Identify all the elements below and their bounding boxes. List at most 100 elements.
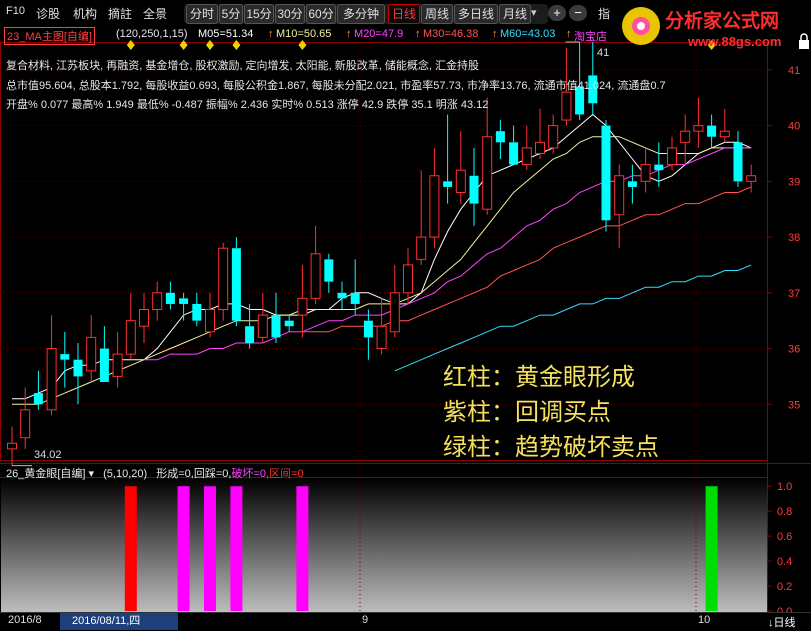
ma-legend: 23_MA主图[自编] (120,250,1,15) M05=51.34 ↑ M…: [0, 27, 811, 45]
candle-body: [640, 164, 651, 182]
pullback-signal-bar: [296, 486, 309, 611]
diagnosis-button[interactable]: 诊股: [36, 5, 60, 22]
up-candle: [429, 147, 440, 249]
candle-body: [271, 315, 281, 338]
candle-body: [20, 409, 31, 439]
zoom-in-button[interactable]: +: [548, 5, 566, 21]
institution-button[interactable]: 机构: [73, 5, 97, 22]
zoom-out-button[interactable]: −: [569, 5, 587, 21]
price-tick-label: 36: [788, 344, 800, 356]
chart-canvas[interactable]: 35363738394041 0.00.20.40.60.81.0 41 34.…: [0, 0, 811, 630]
indicator-button[interactable]: 指: [598, 5, 610, 22]
price-tick-label: 41: [788, 65, 800, 77]
month-label: 2016/8: [8, 614, 42, 626]
down-candle: [733, 131, 743, 187]
ma05-value: M05=51.34: [198, 28, 254, 40]
down-candle: [363, 309, 373, 360]
sub-indicator-selector[interactable]: 26_黄金眼[自编]: [6, 468, 85, 480]
candle-body: [443, 181, 453, 187]
candle-body: [337, 292, 347, 299]
candle-body: [284, 320, 294, 327]
period-timeshare[interactable]: 分时: [186, 4, 218, 24]
candle-body: [680, 130, 691, 143]
panorama-button[interactable]: 全景: [143, 5, 167, 22]
candle-body: [482, 136, 493, 210]
candle-body: [403, 264, 413, 294]
pullback-value: 回踩=0,: [193, 468, 232, 480]
candle-body: [693, 125, 704, 132]
candle-body: [179, 298, 189, 304]
moving-average-lines: [12, 113, 752, 405]
candle-body: [310, 253, 321, 299]
period-30min[interactable]: 30分: [275, 4, 305, 24]
period-monthly[interactable]: 月线: [499, 4, 531, 24]
period-daily[interactable]: 日线: [388, 4, 420, 24]
candle-body: [389, 292, 400, 333]
candle-body: [125, 320, 136, 355]
up-candle: [521, 125, 532, 171]
sub-panel-background: [1, 478, 767, 612]
up-candle: [614, 164, 625, 249]
lock-icon[interactable]: [799, 40, 809, 49]
up-candle: [112, 331, 123, 388]
up-candle: [389, 264, 400, 338]
up-candle: [20, 387, 31, 449]
main-indicator-selector[interactable]: 23_MA主图[自编]: [4, 27, 95, 45]
breakdown-signal-bar: [705, 486, 718, 611]
candle-body: [667, 147, 677, 166]
ma-arrow-icon: ↑: [415, 28, 421, 40]
down-candle: [231, 237, 241, 327]
period-60min[interactable]: 60分: [306, 4, 336, 24]
candle-body: [139, 309, 149, 327]
down-candle: [73, 342, 83, 405]
down-candle: [179, 292, 189, 321]
candle-body: [86, 336, 97, 372]
up-candle: [205, 292, 215, 338]
period-multi-day[interactable]: 多日线: [454, 4, 498, 24]
sub-indicator-params: (5,10,20): [103, 468, 148, 480]
up-candle: [46, 315, 57, 416]
candle-body: [60, 354, 70, 360]
ma30-value: M30=46.38: [423, 28, 479, 40]
candle-body: [46, 348, 57, 411]
shop-link[interactable]: 淘宝店: [574, 28, 607, 44]
up-candle: [152, 281, 163, 321]
signal-diamond-icon: [206, 40, 214, 50]
down-candle: [245, 303, 255, 349]
candle-body: [416, 236, 427, 260]
candle-body: [707, 125, 717, 137]
excerpt-button[interactable]: 摘註: [108, 5, 132, 22]
candle-body: [614, 175, 625, 216]
down-candle: [60, 331, 70, 388]
signal-diamond-icon: [298, 40, 307, 50]
period-switch-button[interactable]: ↓日线: [768, 614, 796, 630]
period-weekly[interactable]: 周线: [421, 4, 453, 24]
formation-value: 形成=0,: [156, 468, 194, 480]
up-candle: [125, 292, 136, 360]
candle-body: [627, 181, 637, 187]
signal-diamond-icon: [126, 40, 135, 50]
period-15min[interactable]: 15分: [244, 4, 274, 24]
candle-body: [152, 292, 163, 311]
more-periods-chevron-icon[interactable]: ▾: [531, 6, 537, 19]
signal-axis: 0.00.20.40.60.81.0: [767, 481, 792, 618]
up-candle: [297, 264, 308, 338]
up-candle: [218, 242, 229, 321]
candle-body: [218, 247, 229, 311]
ma30-line: [302, 186, 752, 333]
sub-indicator-chevron-icon[interactable]: ▾: [89, 468, 95, 480]
candle-body: [429, 175, 440, 238]
period-multi-minute[interactable]: 多分钟: [337, 4, 385, 24]
period-5min[interactable]: 5分: [219, 4, 243, 24]
down-candle: [271, 292, 281, 343]
up-candle: [139, 292, 149, 343]
signal-diamond-icon: [232, 40, 241, 50]
up-candle: [416, 170, 427, 265]
fundamentals-line: 总市值95.604, 总股本1.792, 每股收益0.693, 每股公积金1.8…: [6, 80, 666, 92]
up-candle: [257, 292, 268, 343]
signal-tick-label: 0.6: [777, 531, 792, 543]
f10-button[interactable]: F10: [6, 5, 25, 17]
up-candle: [482, 97, 493, 215]
up-candle: [455, 131, 466, 204]
date-tick-10: 10: [698, 614, 711, 626]
